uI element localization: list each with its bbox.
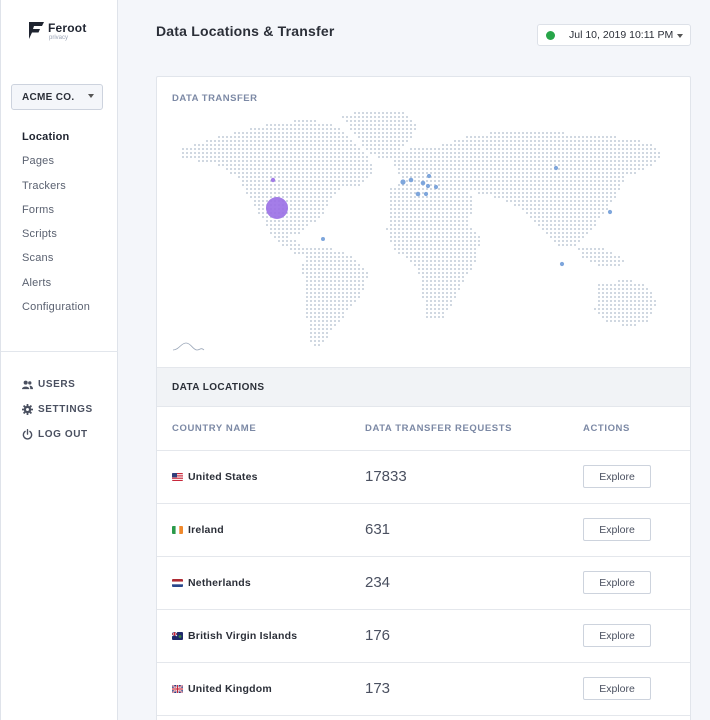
world-map[interactable] (157, 77, 691, 367)
nav-item-trackers[interactable]: Trackers (22, 180, 90, 204)
country-name: Ireland (188, 524, 224, 536)
power-icon (22, 429, 33, 440)
table-row: United Kingdom 173 Explore (157, 663, 690, 716)
request-count: 234 (365, 574, 391, 591)
nav-item-forms[interactable]: Forms (22, 204, 90, 228)
explore-button[interactable]: Explore (583, 465, 651, 488)
country-name: United Kingdom (188, 683, 272, 695)
table-row: Ireland 631 Explore (157, 504, 690, 557)
gear-icon (22, 404, 33, 415)
map-land-dots (182, 112, 660, 346)
brand-logo[interactable]: Feroot privacy (29, 22, 87, 41)
nl-flag-icon (172, 579, 183, 587)
nav-item-location[interactable]: Location (22, 131, 90, 155)
nav-item-settings-label: SETTINGS (38, 404, 93, 415)
nav-item-users[interactable]: USERS (22, 372, 93, 397)
nav-item-settings[interactable]: SETTINGS (22, 397, 93, 422)
users-icon (22, 380, 33, 390)
column-header-country[interactable]: COUNTRY NAME (172, 423, 256, 434)
map-location-marker[interactable] (321, 237, 325, 241)
page-title: Data Locations & Transfer (156, 23, 335, 39)
map-location-marker[interactable] (426, 173, 432, 179)
nav-item-scripts[interactable]: Scripts (22, 228, 90, 252)
map-location-marker[interactable] (400, 179, 406, 185)
map-location-marker[interactable] (553, 165, 559, 171)
data-card: DATA TRANSFER DATA LOCATIONS COUNTRY NAM… (156, 76, 691, 720)
country-name: British Virgin Islands (188, 630, 298, 642)
nav-item-logout[interactable]: LOG OUT (22, 422, 93, 447)
map-location-marker[interactable] (607, 209, 613, 215)
status-dot (546, 30, 555, 40)
table-row: Netherlands 234 Explore (157, 557, 690, 610)
nav-item-users-label: USERS (38, 379, 76, 390)
sidebar: Feroot privacy ACME CO. Location Pages T… (0, 0, 118, 720)
map-location-marker[interactable] (408, 177, 414, 183)
column-header-requests[interactable]: DATA TRANSFER REQUESTS (365, 423, 512, 434)
map-location-marker[interactable] (425, 183, 431, 189)
explore-button[interactable]: Explore (583, 677, 651, 700)
date-select-value: Jul 10, 2019 10:11 PM (569, 29, 674, 41)
brand-name: Feroot (48, 21, 87, 35)
nav-item-logout-label: LOG OUT (38, 429, 88, 440)
request-count: 17833 (365, 468, 407, 485)
explore-button[interactable]: Explore (583, 571, 651, 594)
explore-button[interactable]: Explore (583, 624, 651, 647)
map-zoom-indicator-icon (172, 342, 205, 351)
map-location-marker[interactable] (266, 197, 288, 219)
map-location-marker[interactable] (415, 191, 421, 197)
vg-flag-icon (172, 632, 183, 640)
organization-select-value: ACME CO. (22, 91, 75, 103)
explore-button[interactable]: Explore (583, 518, 651, 541)
date-select[interactable]: Jul 10, 2019 10:11 PM (537, 24, 691, 46)
country-name: Netherlands (188, 577, 251, 589)
utility-nav: USERS SETTINGS LOG OUT (22, 372, 93, 447)
nav-item-pages[interactable]: Pages (22, 155, 90, 179)
map-location-marker[interactable] (433, 184, 439, 190)
organization-select[interactable]: ACME CO. (11, 84, 103, 110)
request-count: 631 (365, 521, 391, 538)
column-header-actions: ACTIONS (583, 423, 630, 434)
us-flag-icon (172, 473, 183, 481)
map-location-marker[interactable] (423, 191, 429, 197)
nav-item-scans[interactable]: Scans (22, 252, 90, 276)
nav-item-alerts[interactable]: Alerts (22, 277, 90, 301)
data-locations-label: DATA LOCATIONS (172, 382, 265, 393)
feroot-logo-icon (29, 22, 44, 39)
sidebar-divider (1, 351, 118, 352)
data-locations-header: DATA LOCATIONS (157, 367, 690, 407)
country-name: United States (188, 471, 258, 483)
request-count: 173 (365, 680, 391, 697)
map-location-marker[interactable] (420, 180, 426, 186)
data-transfer-label: DATA TRANSFER (172, 93, 258, 104)
main-nav: Location Pages Trackers Forms Scripts Sc… (22, 131, 90, 325)
table-row: British Virgin Islands 176 Explore (157, 610, 690, 663)
brand-subtitle: privacy (49, 35, 69, 41)
caret-down-icon (677, 34, 683, 38)
gb-flag-icon (172, 685, 183, 693)
map-location-marker[interactable] (270, 177, 276, 183)
ie-flag-icon (172, 526, 183, 534)
map-location-marker[interactable] (559, 261, 565, 267)
table-row: United States 17833 Explore (157, 451, 690, 504)
nav-item-configuration[interactable]: Configuration (22, 301, 90, 325)
request-count: 176 (365, 627, 391, 644)
caret-down-icon (88, 94, 94, 98)
